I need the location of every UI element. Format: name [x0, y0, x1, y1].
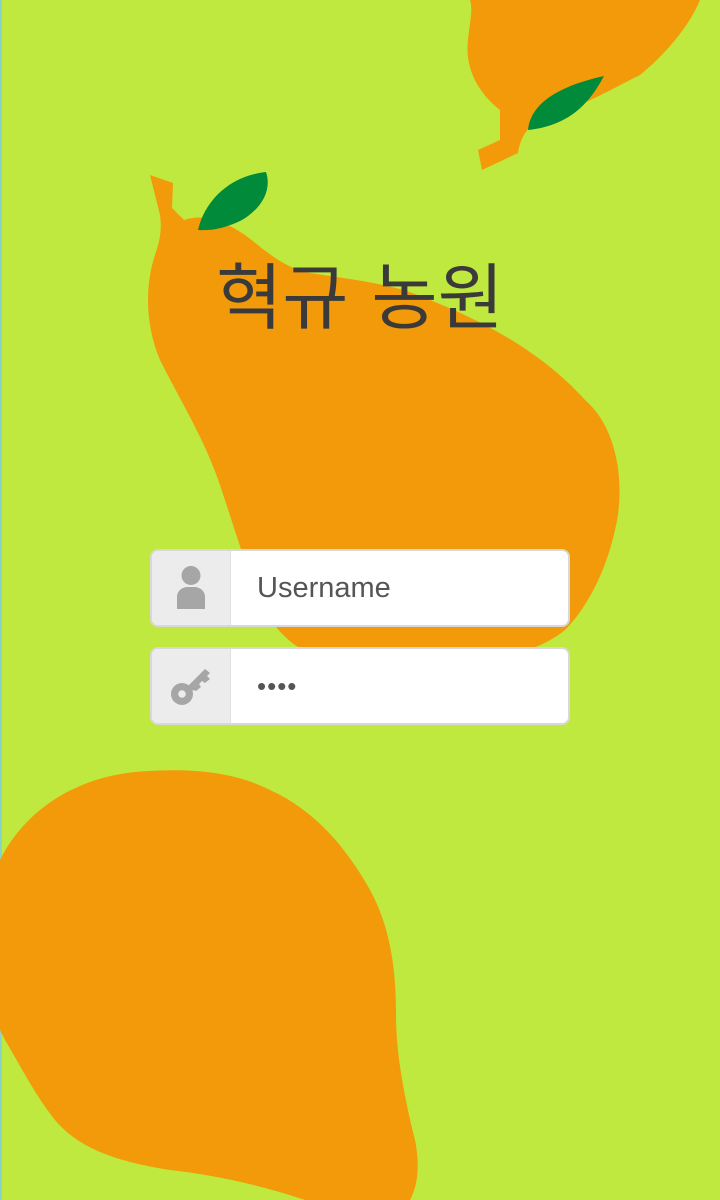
login-form [150, 549, 570, 745]
username-input[interactable] [231, 551, 568, 625]
app-title: 혁규 농원 [216, 256, 504, 340]
pear-leaf-center [198, 172, 268, 231]
password-input[interactable] [231, 649, 568, 723]
username-icon-box [152, 551, 231, 625]
username-field [150, 549, 570, 627]
left-edge-accent [0, 0, 2, 1200]
pear-leaf-top-right [528, 76, 604, 130]
key-icon [171, 669, 210, 705]
pear-bottom-left [0, 770, 418, 1200]
user-icon [177, 566, 205, 609]
password-icon-box [152, 649, 231, 723]
pear-top-right [467, 0, 700, 170]
password-field [150, 647, 570, 725]
